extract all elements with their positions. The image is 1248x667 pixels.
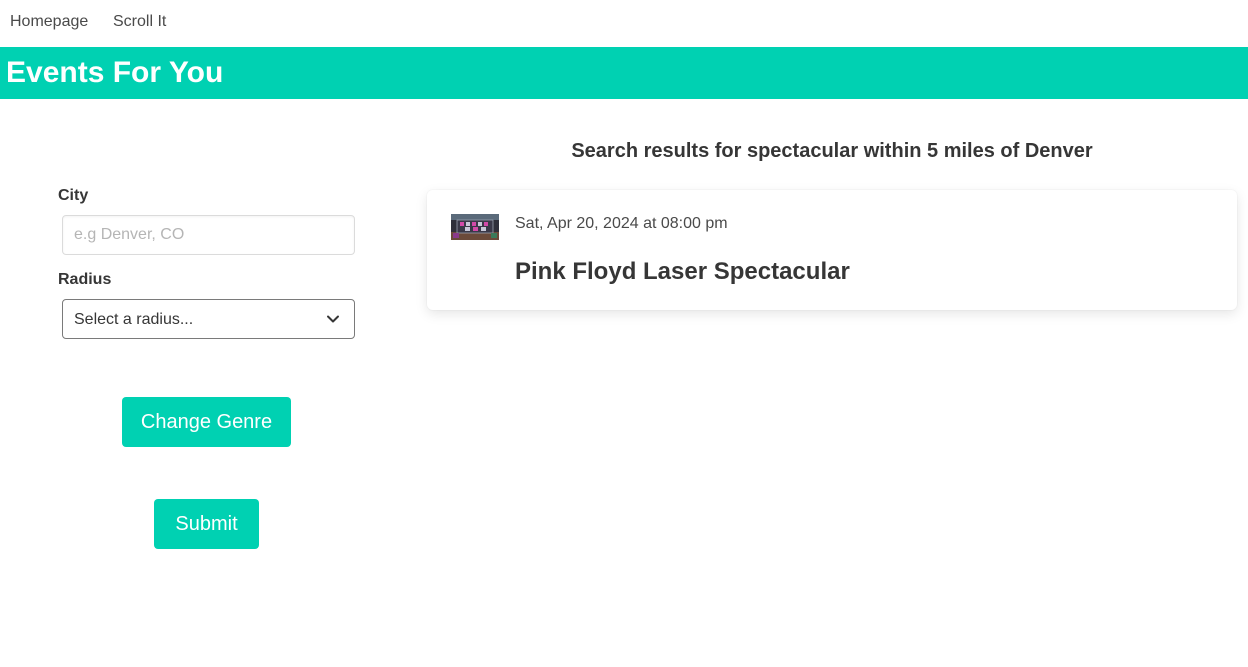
page-title: Events For You <box>6 56 224 89</box>
event-thumbnail-image <box>451 214 499 240</box>
event-title[interactable]: Pink Floyd Laser Spectacular <box>515 258 850 286</box>
radius-select-value: Select a radius... <box>74 311 194 328</box>
nav-homepage-link[interactable]: Homepage <box>10 12 88 32</box>
city-label: City <box>58 187 89 204</box>
hero-banner: Events For You <box>0 47 1248 99</box>
city-input[interactable] <box>62 215 355 255</box>
event-date: Sat, Apr 20, 2024 at 08:00 pm <box>515 215 728 232</box>
radius-select[interactable]: Select a radius... <box>62 299 355 339</box>
top-navigation: Homepage Scroll It <box>0 0 1248 47</box>
event-card[interactable]: Sat, Apr 20, 2024 at 08:00 pm Pink Floyd… <box>427 190 1237 310</box>
results-heading: Search results for spectacular within 5 … <box>571 140 1093 162</box>
chevron-down-icon <box>327 315 339 323</box>
nav-scroll-it-link[interactable]: Scroll It <box>113 12 166 32</box>
radius-label: Radius <box>58 271 112 288</box>
change-genre-button[interactable]: Change Genre <box>122 397 291 447</box>
submit-button[interactable]: Submit <box>154 499 259 549</box>
